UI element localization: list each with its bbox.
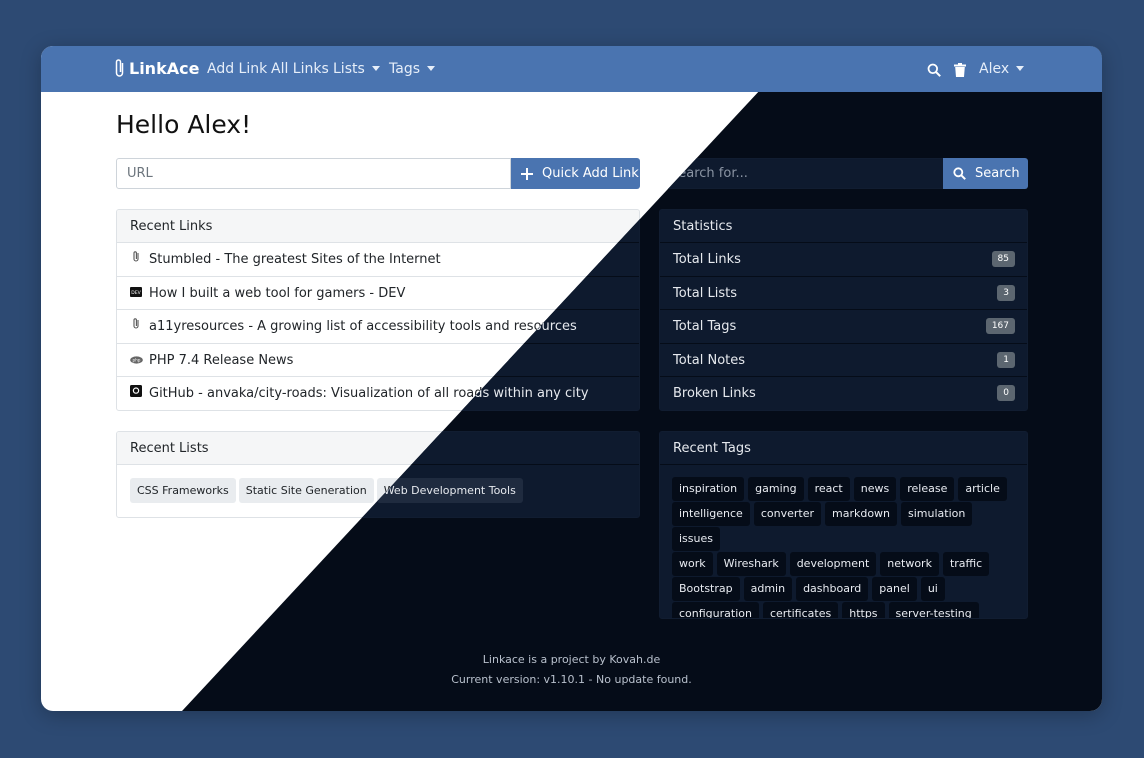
brand-logo[interactable]: LinkAce <box>114 58 199 79</box>
tag-row: configuration certificates https server-tes… <box>672 602 1027 618</box>
stat-badge: 167 <box>985 318 1015 334</box>
stat-badge: 3 <box>997 284 1015 301</box>
caret-down-icon <box>371 66 380 71</box>
stat-label: Total Tags <box>673 319 737 334</box>
tag-row: Bootstrap admin dashboard panel ui <box>672 577 1027 602</box>
tag-pill[interactable]: dashboard <box>796 577 869 601</box>
php-icon: php <box>130 344 143 377</box>
tag-pill[interactable]: intelligence <box>672 502 750 526</box>
recent-link-title[interactable]: Stumbled - The greatest Sites of the Int… <box>149 252 441 267</box>
quick-add-link-label: Quick Add Link <box>542 166 639 181</box>
nav-all-links[interactable]: All Links <box>271 61 329 77</box>
paperclip-icon <box>130 310 142 343</box>
tag-pill[interactable]: certificates <box>762 602 839 618</box>
nav-tags-dropdown[interactable]: Tags <box>389 61 435 77</box>
stat-row: Total Links 85 <box>660 243 1027 277</box>
user-name: Alex <box>979 61 1010 77</box>
tag-pill[interactable]: panel <box>872 577 917 601</box>
page-title: Hello Alex! <box>116 110 252 139</box>
recent-tags-header: Recent Tags <box>660 432 1027 465</box>
tag-pill[interactable]: react <box>807 477 850 501</box>
stat-badge: 1 <box>997 351 1015 368</box>
paperclip-icon <box>130 243 142 276</box>
stat-row: Total Tags 167 <box>660 310 1027 344</box>
plus-icon <box>521 167 533 180</box>
caret-down-icon <box>1016 66 1025 71</box>
user-menu-dropdown[interactable]: Alex <box>979 61 1025 77</box>
search-input[interactable]: Search for... <box>659 158 944 189</box>
trash-icon[interactable] <box>954 62 966 81</box>
caret-down-icon <box>427 66 435 71</box>
tag-pill[interactable]: admin <box>743 577 793 601</box>
recent-link-title[interactable]: How I built a web tool for gamers - DEV <box>149 286 405 301</box>
tag-pill[interactable]: article <box>958 477 1007 501</box>
search-icon <box>953 167 966 180</box>
svg-text:DEV: DEV <box>131 290 141 296</box>
stat-row: Broken Links 0 <box>660 377 1027 410</box>
stat-label: Total Lists <box>673 285 737 301</box>
stat-badge: 85 <box>991 251 1015 267</box>
quick-add-link-button[interactable]: Quick Add Link <box>511 158 640 189</box>
stat-row: Total Lists 3 <box>660 276 1027 310</box>
recent-tags-card: Recent Tags inspiration gaming react news re… <box>659 431 1028 619</box>
tag-pill[interactable]: traffic <box>942 552 990 576</box>
svg-text:php: php <box>133 357 141 362</box>
tag-row: work Wireshark development network traffic <box>672 552 1027 577</box>
brand-name: LinkAce <box>129 59 200 78</box>
tag-pill[interactable]: server-testing <box>888 602 979 618</box>
tag-pill[interactable]: inspiration <box>672 477 745 501</box>
tag-pill[interactable]: simulation <box>901 502 973 526</box>
search-button-label: Search <box>975 166 1020 181</box>
list-pill[interactable]: CSS Frameworks <box>130 478 236 503</box>
tag-pill[interactable]: converter <box>753 502 821 526</box>
nav-add-link[interactable]: Add Link <box>207 61 267 77</box>
quick-add-url-input[interactable]: URL <box>116 158 511 189</box>
tag-pill[interactable]: issues <box>672 527 720 551</box>
recent-link-title[interactable]: a11yresources - A growing list of access… <box>149 319 577 334</box>
tag-pill[interactable]: Bootstrap <box>672 577 740 601</box>
list-pill[interactable]: Static Site Generation <box>238 478 374 503</box>
nav-lists-label: Lists <box>333 61 365 77</box>
tag-pill[interactable]: https <box>842 602 885 618</box>
tag-pill[interactable]: development <box>789 552 877 576</box>
stat-label: Total Notes <box>673 352 746 368</box>
recent-link-row[interactable]: Stumbled - The greatest Sites of the Int… <box>117 243 639 277</box>
tag-pill[interactable]: ui <box>920 577 945 601</box>
nav-tags-label: Tags <box>389 61 420 77</box>
tag-pill[interactable]: markdown <box>824 502 898 526</box>
paperclip-icon <box>115 59 124 77</box>
statistics-header: Statistics <box>660 210 1027 243</box>
app-window: Hello Alex! URL Quick Add Link Recent Li… <box>41 46 1102 711</box>
nav-lists-dropdown[interactable]: Lists <box>333 61 380 77</box>
dev-icon: DEV <box>130 277 142 310</box>
tag-pill[interactable]: network <box>880 552 939 576</box>
tag-row: intelligence converter markdown simulation i… <box>672 502 1027 552</box>
recent-link-title[interactable]: PHP 7.4 Release News <box>149 353 293 368</box>
tag-pill[interactable]: configuration <box>672 602 759 618</box>
tag-pill[interactable]: Wireshark <box>716 552 786 576</box>
recent-links-header: Recent Links <box>117 210 639 243</box>
tag-pill[interactable]: release <box>900 477 955 501</box>
github-icon <box>130 377 142 410</box>
top-navbar: LinkAce Add Link All Links Lists Tags Al… <box>41 46 1102 92</box>
stat-label: Broken Links <box>673 386 756 401</box>
search-button[interactable]: Search <box>943 158 1028 189</box>
list-pill[interactable]: Web Development Tools <box>376 478 523 503</box>
statistics-card: Statistics Total Links 85 Total Lists 3 To… <box>659 209 1028 411</box>
stat-badge: 0 <box>997 385 1015 401</box>
tag-pill[interactable]: news <box>853 477 897 501</box>
recent-tags-list: inspiration gaming react news release article… <box>660 465 1027 618</box>
stat-row: Total Notes 1 <box>660 343 1027 377</box>
tag-pill[interactable]: work <box>672 552 713 576</box>
search-icon[interactable] <box>927 62 941 81</box>
tag-row: inspiration gaming react news release article <box>672 477 1027 502</box>
stat-label: Total Links <box>673 252 741 267</box>
tag-pill[interactable]: gaming <box>748 477 804 501</box>
